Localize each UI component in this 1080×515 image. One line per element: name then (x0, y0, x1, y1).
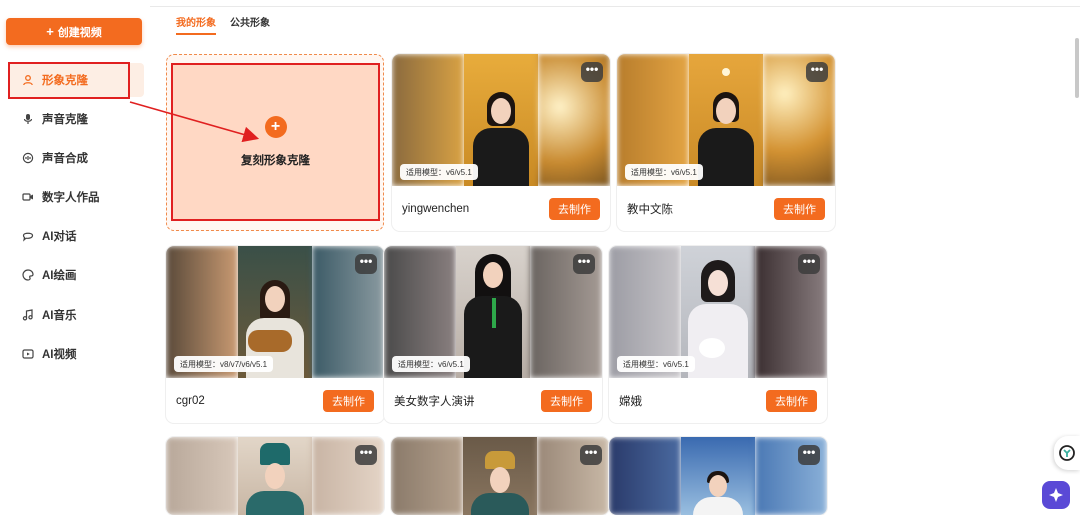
avatar-name: 教中文陈 (627, 203, 673, 216)
model-tag: 适用模型：v8/v7/v6/v5.1 (174, 356, 274, 372)
make-button[interactable]: 去制作 (541, 389, 592, 412)
divider (150, 6, 1080, 7)
avatar-thumbnail: ••• 适用模型：v8/v7/v6/v5.1 (166, 246, 384, 378)
avatar-name: cgr02 (176, 394, 205, 407)
model-tag: 适用模型：v6/v5.1 (617, 356, 695, 372)
tab-bar: 我的形象 公共形象 (176, 14, 270, 35)
make-button[interactable]: 去制作 (323, 389, 374, 412)
card-info: 嫦娥 去制作 (609, 378, 827, 423)
sidebar-item-digital-works[interactable]: 数字人作品 (8, 180, 144, 214)
ai-helper-float-button[interactable] (1042, 481, 1070, 509)
more-options-button[interactable]: ••• (581, 62, 603, 82)
more-options-button[interactable]: ••• (580, 445, 602, 465)
tab-my-avatars[interactable]: 我的形象 (176, 14, 216, 35)
sidebar-item-avatar-clone[interactable]: 形象克隆 (8, 63, 144, 97)
tab-public-avatars[interactable]: 公共形象 (230, 14, 270, 35)
more-options-button[interactable]: ••• (355, 445, 377, 465)
avatar-card[interactable]: ••• 适用模型：v8/v7/v6/v5.1 cgr02 去制作 (166, 246, 384, 423)
model-tag: 适用模型：v6/v5.1 (392, 356, 470, 372)
avatar-card[interactable]: ••• 适用模型：v6/v5.1 yingwenchen 去制作 (392, 54, 610, 231)
music-note-icon (22, 309, 34, 321)
sidebar-item-label: AI音乐 (42, 310, 77, 322)
avatar-thumbnail: ••• 适用模型：v6/v5.1 (392, 54, 610, 186)
avatar-thumbnail: ••• (391, 437, 609, 515)
chat-icon (22, 230, 34, 242)
sidebar-item-ai-painting[interactable]: AI绘画 (8, 258, 144, 292)
avatar-thumbnail: ••• 适用模型：v6/v5.1 (609, 246, 827, 378)
sidebar-item-label: AI绘画 (42, 270, 77, 282)
clone-avatar-card[interactable]: + 复刻形象克隆 (166, 54, 384, 231)
video-camera-icon (22, 191, 34, 203)
avatar-card[interactable]: ••• 适用模型：v6/v5.1 嫦娥 去制作 (609, 246, 827, 423)
sidebar-item-label: 数字人作品 (42, 192, 100, 204)
speech-bubble-icon (22, 152, 34, 164)
sidebar-item-ai-music[interactable]: AI音乐 (8, 298, 144, 332)
card-info: 美女数字人演讲 去制作 (384, 378, 602, 423)
avatar-thumbnail: ••• (609, 437, 827, 515)
card-info: 教中文陈 去制作 (617, 186, 835, 231)
plus-icon: + (46, 24, 54, 39)
sidebar-item-label: 声音克隆 (42, 114, 88, 126)
sidebar-item-label: AI视频 (42, 349, 77, 361)
make-button[interactable]: 去制作 (766, 389, 817, 412)
more-options-button[interactable]: ••• (798, 254, 820, 274)
avatar-thumbnail: ••• 适用模型：v6/v5.1 (617, 54, 835, 186)
sidebar-item-voice-synthesis[interactable]: 声音合成 (8, 141, 144, 175)
avatar-card[interactable]: ••• 适用模型：v6/v5.1 美女数字人演讲 去制作 (384, 246, 602, 423)
app-window: + 创建视频 形象克隆 声音克隆 声音合成 数字人作品 AI对话 AI绘画 AI… (0, 0, 1080, 515)
main-content: 我的形象 公共形象 + 复刻形象克隆 ••• 适用模型：v6/v5.1 ying… (150, 0, 1080, 515)
assistant-icon (1059, 445, 1075, 461)
avatar-card[interactable]: ••• 适用模型：v6/v5.1 教中文陈 去制作 (617, 54, 835, 231)
sidebar-item-ai-video[interactable]: AI视频 (8, 337, 144, 371)
create-video-button[interactable]: + 创建视频 (6, 18, 142, 45)
sidebar: + 创建视频 形象克隆 声音克隆 声音合成 数字人作品 AI对话 AI绘画 AI… (0, 0, 150, 515)
make-button[interactable]: 去制作 (774, 197, 825, 220)
card-info: cgr02 去制作 (166, 378, 384, 423)
sidebar-item-label: 形象克隆 (42, 75, 88, 87)
sidebar-item-label: 声音合成 (42, 153, 88, 165)
more-options-button[interactable]: ••• (355, 254, 377, 274)
sidebar-item-ai-chat[interactable]: AI对话 (8, 219, 144, 253)
clone-avatar-label: 复刻形象克隆 (241, 155, 310, 167)
more-options-button[interactable]: ••• (573, 254, 595, 274)
clone-avatar-area[interactable]: + 复刻形象克隆 (171, 63, 380, 221)
make-button[interactable]: 去制作 (549, 197, 600, 220)
more-options-button[interactable]: ••• (798, 445, 820, 465)
sparkle-icon (1049, 488, 1063, 502)
scrollbar-thumb[interactable] (1075, 38, 1079, 98)
video-icon (22, 348, 34, 360)
card-info: yingwenchen 去制作 (392, 186, 610, 231)
create-video-label: 创建视频 (57, 26, 102, 39)
person-icon (22, 74, 34, 86)
add-circle-icon: + (264, 116, 287, 138)
avatar-card[interactable]: ••• (391, 437, 609, 515)
model-tag: 适用模型：v6/v5.1 (625, 164, 703, 180)
microphone-icon (22, 113, 34, 125)
avatar-card[interactable]: ••• (166, 437, 384, 515)
avatar-name: yingwenchen (402, 202, 470, 215)
palette-icon (22, 269, 34, 281)
more-options-button[interactable]: ••• (806, 62, 828, 82)
assistant-float-button[interactable] (1054, 436, 1080, 470)
sidebar-item-label: AI对话 (42, 231, 77, 243)
avatar-thumbnail: ••• 适用模型：v6/v5.1 (384, 246, 602, 378)
avatar-name: 嫦娥 (619, 395, 642, 408)
avatar-card[interactable]: ••• (609, 437, 827, 515)
sidebar-item-voice-clone[interactable]: 声音克隆 (8, 102, 144, 136)
avatar-thumbnail: ••• (166, 437, 384, 515)
avatar-name: 美女数字人演讲 (394, 395, 475, 408)
model-tag: 适用模型：v6/v5.1 (400, 164, 478, 180)
